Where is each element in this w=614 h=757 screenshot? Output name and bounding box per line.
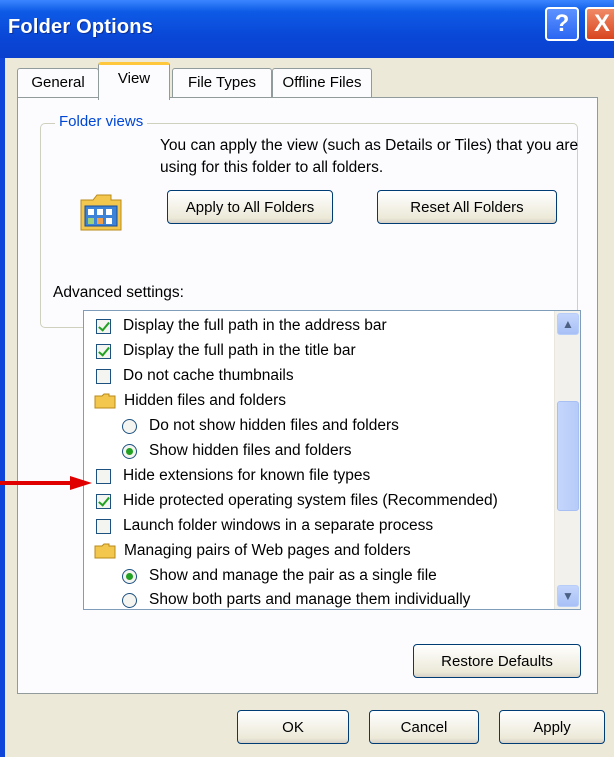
close-button[interactable]: X [585, 7, 614, 41]
checkbox[interactable] [96, 318, 111, 334]
list-item[interactable]: Show both parts and manage them individu… [122, 587, 471, 609]
restore-defaults-button[interactable]: Restore Defaults [413, 644, 581, 678]
list-item-label: Managing pairs of Web pages and folders [124, 542, 411, 559]
cancel-button[interactable]: Cancel [369, 710, 479, 744]
red-arrow-annotation [0, 476, 92, 490]
list-item-label: Hidden files and folders [124, 392, 286, 409]
advanced-settings-label: Advanced settings: [53, 284, 184, 301]
radio-button[interactable] [122, 418, 137, 434]
list-item[interactable]: Show hidden files and folders [122, 438, 352, 464]
list-item-label: Display the full path in the title bar [123, 342, 356, 359]
dialog-client-area: General View File Types Offline Files Fo… [5, 58, 614, 757]
title-bar[interactable]: Folder Options ? X [0, 0, 614, 58]
tab-label: General [31, 74, 85, 91]
list-item[interactable]: Hide extensions for known file types [96, 463, 370, 489]
list-item-label: Display the full path in the address bar [123, 317, 387, 334]
list-item-label: Launch folder windows in a separate proc… [123, 517, 434, 534]
scroll-up-button[interactable]: ▲ [557, 313, 579, 335]
list-item-label: Do not show hidden files and folders [149, 417, 399, 434]
list-item[interactable]: Do not cache thumbnails [96, 363, 294, 389]
folder-options-window: Folder Options ? X General View File Typ… [0, 0, 614, 757]
advanced-settings-list[interactable]: Display the full path in the address bar… [83, 310, 581, 610]
tab-label: File Types [187, 74, 257, 91]
tab-view[interactable]: View [98, 62, 170, 100]
apply-button[interactable]: Apply [499, 710, 605, 744]
scroll-thumb[interactable] [557, 401, 579, 511]
vertical-scrollbar[interactable]: ▲ ▼ [554, 311, 580, 609]
tab-general[interactable]: General [17, 68, 99, 98]
folder-view-icon [80, 194, 122, 231]
window-title: Folder Options [8, 16, 154, 38]
checkbox[interactable] [96, 343, 111, 359]
folder-views-description: You can apply the view (such as Details … [160, 137, 579, 176]
list-item-label: Show hidden files and folders [149, 442, 352, 459]
ok-button[interactable]: OK [237, 710, 349, 744]
list-item: Hidden files and folders [94, 388, 286, 414]
checkbox[interactable] [96, 493, 111, 509]
chevron-up-icon: ▲ [562, 317, 574, 331]
checkbox[interactable] [96, 468, 111, 484]
list-item[interactable]: Show and manage the pair as a single fil… [122, 563, 437, 589]
checkbox[interactable] [96, 518, 111, 534]
folder-views-legend: Folder views [55, 113, 148, 130]
list-item[interactable]: Display the full path in the title bar [96, 338, 356, 364]
tab-file-types[interactable]: File Types [172, 68, 272, 98]
list-item-label: Hide extensions for known file types [123, 467, 371, 484]
folder-icon [94, 393, 116, 409]
close-icon: X [593, 10, 610, 37]
help-icon: ? [554, 10, 570, 37]
list-item-label: Hide protected operating system files (R… [123, 492, 498, 509]
tab-offline-files[interactable]: Offline Files [272, 68, 372, 98]
radio-button[interactable] [122, 443, 137, 459]
radio-button[interactable] [122, 592, 137, 608]
reset-all-folders-button[interactable]: Reset All Folders [377, 190, 557, 224]
chevron-down-icon: ▼ [562, 589, 574, 603]
list-item[interactable]: Launch folder windows in a separate proc… [96, 513, 433, 539]
folder-icon [94, 543, 116, 559]
list-item-label: Show and manage the pair as a single fil… [149, 567, 437, 584]
help-button[interactable]: ? [545, 7, 579, 41]
tab-label: Offline Files [282, 74, 362, 91]
list-item: Managing pairs of Web pages and folders [94, 538, 411, 564]
list-item-label: Show both parts and manage them individu… [149, 591, 471, 608]
checkbox[interactable] [96, 368, 111, 384]
radio-button[interactable] [122, 568, 137, 584]
list-item[interactable]: Display the full path in the address bar [96, 313, 387, 339]
scroll-down-button[interactable]: ▼ [557, 585, 579, 607]
list-item[interactable]: Do not show hidden files and folders [122, 413, 399, 439]
list-item[interactable]: Hide protected operating system files (R… [96, 488, 498, 514]
list-item-label: Do not cache thumbnails [123, 367, 294, 384]
apply-to-all-folders-button[interactable]: Apply to All Folders [167, 190, 333, 224]
tab-label: View [117, 70, 151, 87]
